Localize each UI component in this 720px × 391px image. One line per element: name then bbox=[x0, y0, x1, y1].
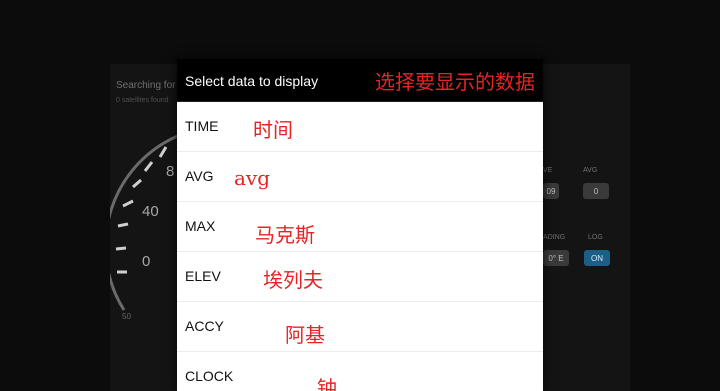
gauge-tick-label: 0 bbox=[142, 253, 151, 270]
option-accy[interactable]: ACCY 阿基 bbox=[177, 302, 543, 352]
option-label: CLOCK bbox=[185, 368, 234, 384]
satellites-count: 0 satellites found bbox=[116, 97, 169, 104]
dialog-title: Select data to display bbox=[185, 73, 319, 89]
option-elev[interactable]: ELEV 埃列夫 bbox=[177, 252, 543, 302]
annotation-note: 时间 bbox=[253, 118, 293, 142]
annotation-note: 马克斯 bbox=[255, 223, 315, 247]
option-label: ACCY bbox=[185, 318, 224, 334]
option-label: MAX bbox=[185, 218, 216, 234]
stat-value: 0° E bbox=[543, 250, 569, 266]
option-avg[interactable]: AVG avg bbox=[177, 152, 543, 202]
option-clock[interactable]: CLOCK 钟 bbox=[177, 352, 543, 391]
select-data-dialog: Select data to display 选择要显示的数据 TIME 时间 … bbox=[177, 59, 543, 391]
chart-tick-label: 50 bbox=[122, 312, 131, 321]
dialog-header: Select data to display 选择要显示的数据 bbox=[177, 59, 543, 102]
option-time[interactable]: TIME 时间 bbox=[177, 102, 543, 152]
stat-label: AVG bbox=[583, 167, 598, 174]
annotation-note: 钟 bbox=[317, 376, 337, 391]
searching-status: Searching for bbox=[116, 80, 176, 91]
stat-value: 0 bbox=[583, 183, 609, 199]
annotation-note: 阿基 bbox=[285, 323, 325, 347]
annotation-title: 选择要显示的数据 bbox=[375, 70, 535, 94]
log-toggle[interactable]: ON bbox=[584, 250, 610, 266]
annotation-note: avg bbox=[234, 166, 271, 190]
gauge-tick-label: 8 bbox=[166, 163, 175, 180]
option-label: ELEV bbox=[185, 268, 221, 284]
option-label: TIME bbox=[185, 118, 219, 134]
option-max[interactable]: MAX 马克斯 bbox=[177, 202, 543, 252]
annotation-note: 埃列夫 bbox=[263, 268, 323, 292]
stat-label: LOG bbox=[588, 234, 603, 241]
stat-label: ADING bbox=[543, 234, 566, 241]
option-label: AVG bbox=[185, 168, 214, 184]
gauge-tick-label: 40 bbox=[142, 203, 159, 220]
stat-label: VE bbox=[543, 167, 553, 174]
stat-value: 09 bbox=[543, 183, 559, 199]
